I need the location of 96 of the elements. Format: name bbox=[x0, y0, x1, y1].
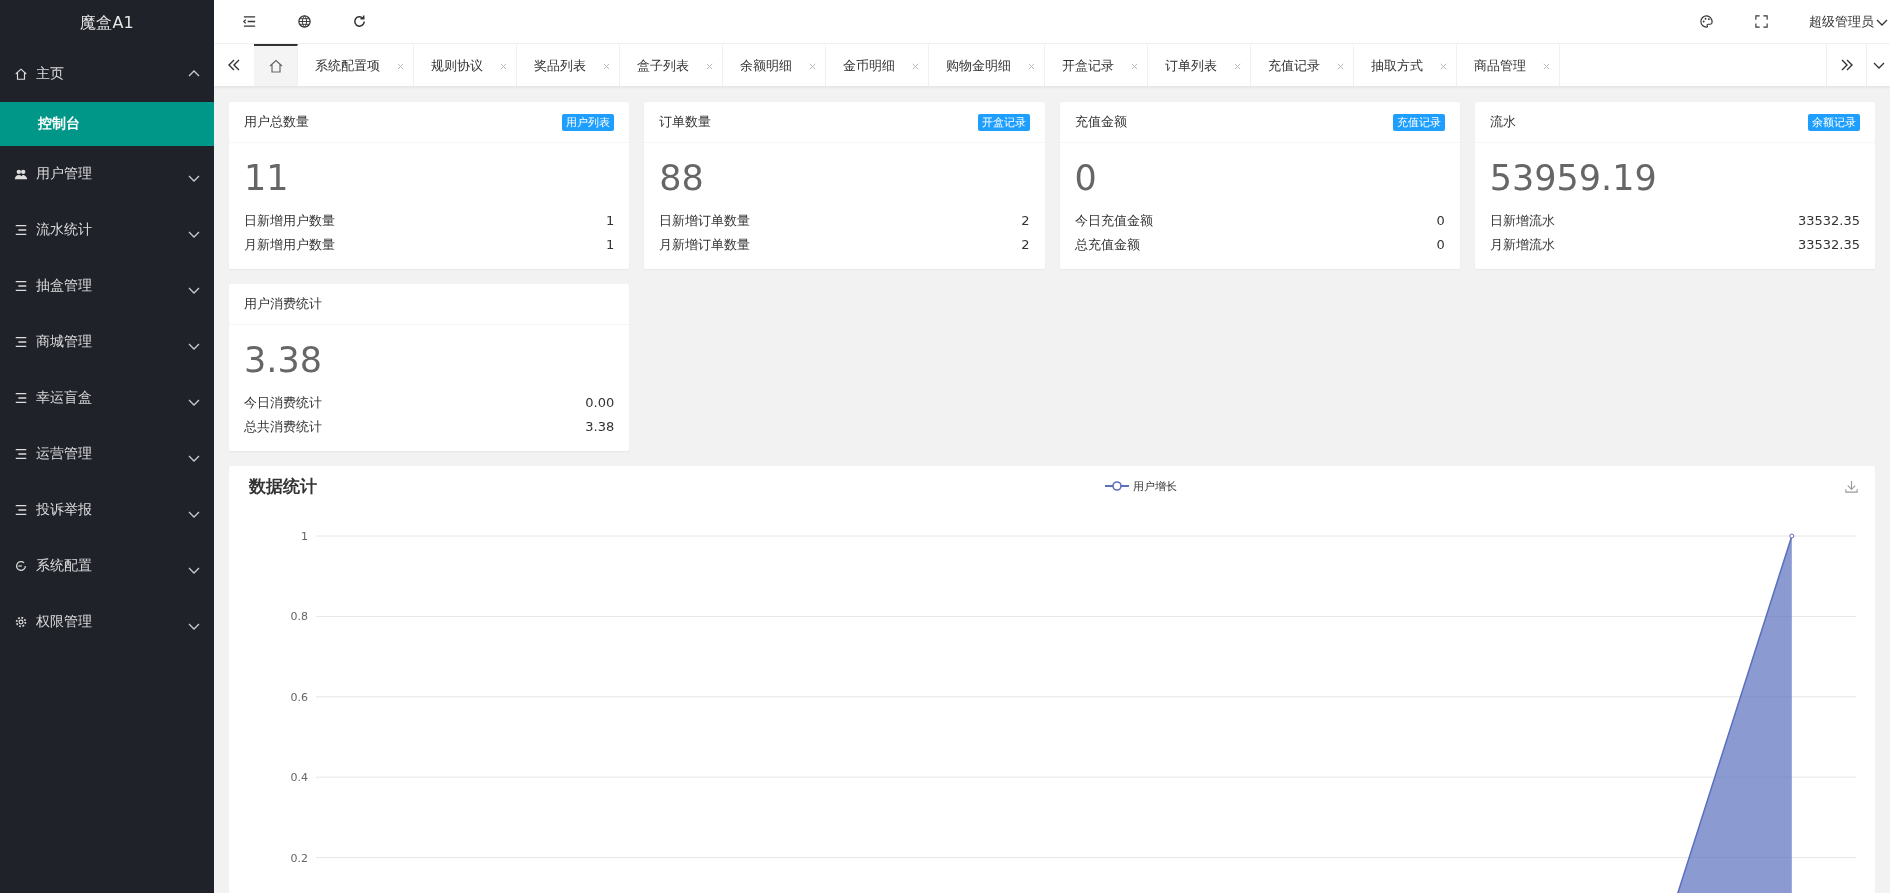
stat-number: 1 bbox=[605, 236, 615, 254]
stat-number: 33532.35 bbox=[1797, 212, 1860, 230]
users-icon bbox=[14, 167, 28, 181]
tab[interactable]: 规则协议 bbox=[414, 44, 517, 86]
stat-value: 53959.19 bbox=[1489, 157, 1658, 200]
stat-number: 33532.35 bbox=[1797, 236, 1860, 254]
chart-legend-item[interactable]: 用户增长 bbox=[1104, 478, 1177, 494]
stat-label: 月新增用户数量 bbox=[244, 236, 335, 254]
tab[interactable]: 奖品列表 bbox=[517, 44, 620, 86]
app-logo: 魔盒A1 bbox=[79, 11, 135, 34]
stat-label: 日新增订单数量 bbox=[659, 212, 751, 230]
stat-number: 3.38 bbox=[585, 418, 615, 436]
list-icon bbox=[14, 335, 28, 349]
card-title: 流水 bbox=[1489, 113, 1516, 131]
y-tick-label: 0.2 bbox=[290, 851, 308, 865]
y-tick-label: 0.6 bbox=[290, 690, 308, 704]
tab[interactable]: 盒子列表 bbox=[620, 44, 723, 86]
stat-value: 11 bbox=[244, 157, 290, 200]
stat-value: 0 bbox=[1074, 157, 1098, 200]
fullscreen-icon[interactable] bbox=[1754, 14, 1769, 29]
stat-number: 0.00 bbox=[585, 394, 615, 412]
close-icon[interactable] bbox=[1439, 61, 1448, 71]
tab[interactable]: 余额明细 bbox=[723, 44, 826, 86]
close-icon[interactable] bbox=[1130, 61, 1139, 71]
download-icon[interactable] bbox=[1844, 478, 1859, 494]
y-tick-label: 0.8 bbox=[290, 610, 308, 624]
tab[interactable]: 抽取方式 bbox=[1354, 44, 1457, 86]
tab[interactable]: 系统配置项 bbox=[298, 44, 414, 86]
user-menu[interactable]: 超级管理员 bbox=[1809, 12, 1890, 31]
menu-item[interactable]: 幸运盲盒 bbox=[0, 370, 214, 426]
home-icon bbox=[267, 58, 284, 74]
card-title: 用户总数量 bbox=[244, 113, 309, 131]
menu-item[interactable]: 系统配置 bbox=[0, 538, 214, 594]
tab[interactable]: 订单列表 bbox=[1148, 44, 1251, 86]
chart-title: 数据统计 bbox=[249, 474, 317, 498]
close-icon[interactable] bbox=[1542, 61, 1551, 71]
tab[interactable]: 充值记录 bbox=[1251, 44, 1354, 86]
close-icon[interactable] bbox=[602, 61, 611, 71]
list-icon bbox=[14, 223, 28, 237]
list-icon bbox=[14, 279, 28, 293]
menu-item[interactable]: 运营管理 bbox=[0, 426, 214, 482]
card-title: 用户消费统计 bbox=[244, 295, 322, 313]
stat-label: 月新增订单数量 bbox=[659, 236, 751, 254]
gear-icon bbox=[14, 615, 28, 629]
menu-item[interactable]: 流水统计 bbox=[0, 202, 214, 258]
close-icon[interactable] bbox=[705, 61, 714, 71]
refresh-icon[interactable] bbox=[352, 14, 367, 29]
close-icon[interactable] bbox=[1233, 61, 1242, 71]
stat-label: 日新增流水 bbox=[1489, 212, 1555, 230]
close-icon[interactable] bbox=[1027, 61, 1036, 71]
list-icon bbox=[14, 447, 28, 461]
close-icon[interactable] bbox=[396, 61, 405, 71]
stat-number: 2 bbox=[1021, 212, 1030, 230]
stat-label: 总充值金额 bbox=[1074, 236, 1140, 254]
close-icon[interactable] bbox=[1336, 61, 1345, 71]
stat-value: 88 bbox=[659, 157, 705, 200]
card-title: 充值金额 bbox=[1074, 113, 1127, 131]
stat-value: 3.38 bbox=[244, 339, 323, 382]
sync-icon bbox=[14, 559, 28, 573]
y-tick-label: 0.4 bbox=[290, 771, 308, 785]
menu-item[interactable]: 商城管理 bbox=[0, 314, 214, 370]
tab[interactable]: 商品管理 bbox=[1457, 44, 1560, 86]
menu-item[interactable]: 用户管理 bbox=[0, 146, 214, 202]
tab-options-button[interactable] bbox=[1866, 44, 1890, 86]
stat-label: 日新增用户数量 bbox=[244, 212, 335, 230]
stat-label: 总共消费统计 bbox=[244, 418, 322, 436]
menu-item[interactable]: 投诉举报 bbox=[0, 482, 214, 538]
stat-number: 0 bbox=[1436, 236, 1445, 254]
home-icon bbox=[14, 67, 28, 81]
home-tab[interactable] bbox=[254, 44, 298, 86]
stat-label: 今日充值金额 bbox=[1074, 212, 1153, 230]
globe-icon[interactable] bbox=[297, 14, 312, 29]
y-tick-label: 1 bbox=[301, 530, 308, 543]
menu-item[interactable]: 权限管理 bbox=[0, 594, 214, 650]
menu-fold-icon[interactable] bbox=[242, 14, 257, 29]
close-icon[interactable] bbox=[808, 61, 817, 71]
menu-item[interactable]: 主页 bbox=[0, 46, 214, 102]
double-chevron-left-icon bbox=[226, 57, 242, 73]
list-icon bbox=[14, 391, 28, 405]
close-icon[interactable] bbox=[499, 61, 508, 71]
tab[interactable]: 购物金明细 bbox=[929, 44, 1045, 86]
stat-number: 2 bbox=[1021, 236, 1030, 254]
card-title: 订单数量 bbox=[659, 113, 712, 131]
stat-number: 1 bbox=[605, 212, 615, 230]
submenu-item[interactable]: 控制台 bbox=[0, 102, 214, 146]
menu-item[interactable]: 抽盒管理 bbox=[0, 258, 214, 314]
stat-number: 0 bbox=[1436, 212, 1445, 230]
close-icon[interactable] bbox=[911, 61, 920, 71]
stat-label: 月新增流水 bbox=[1489, 236, 1555, 254]
scroll-right-button[interactable] bbox=[1826, 44, 1866, 86]
stat-label: 今日消费统计 bbox=[244, 394, 322, 412]
list-icon bbox=[14, 503, 28, 517]
tab[interactable]: 金币明细 bbox=[826, 44, 929, 86]
legend-marker-icon bbox=[1104, 480, 1129, 492]
palette-icon[interactable] bbox=[1699, 14, 1714, 29]
tab[interactable]: 开盒记录 bbox=[1045, 44, 1148, 86]
